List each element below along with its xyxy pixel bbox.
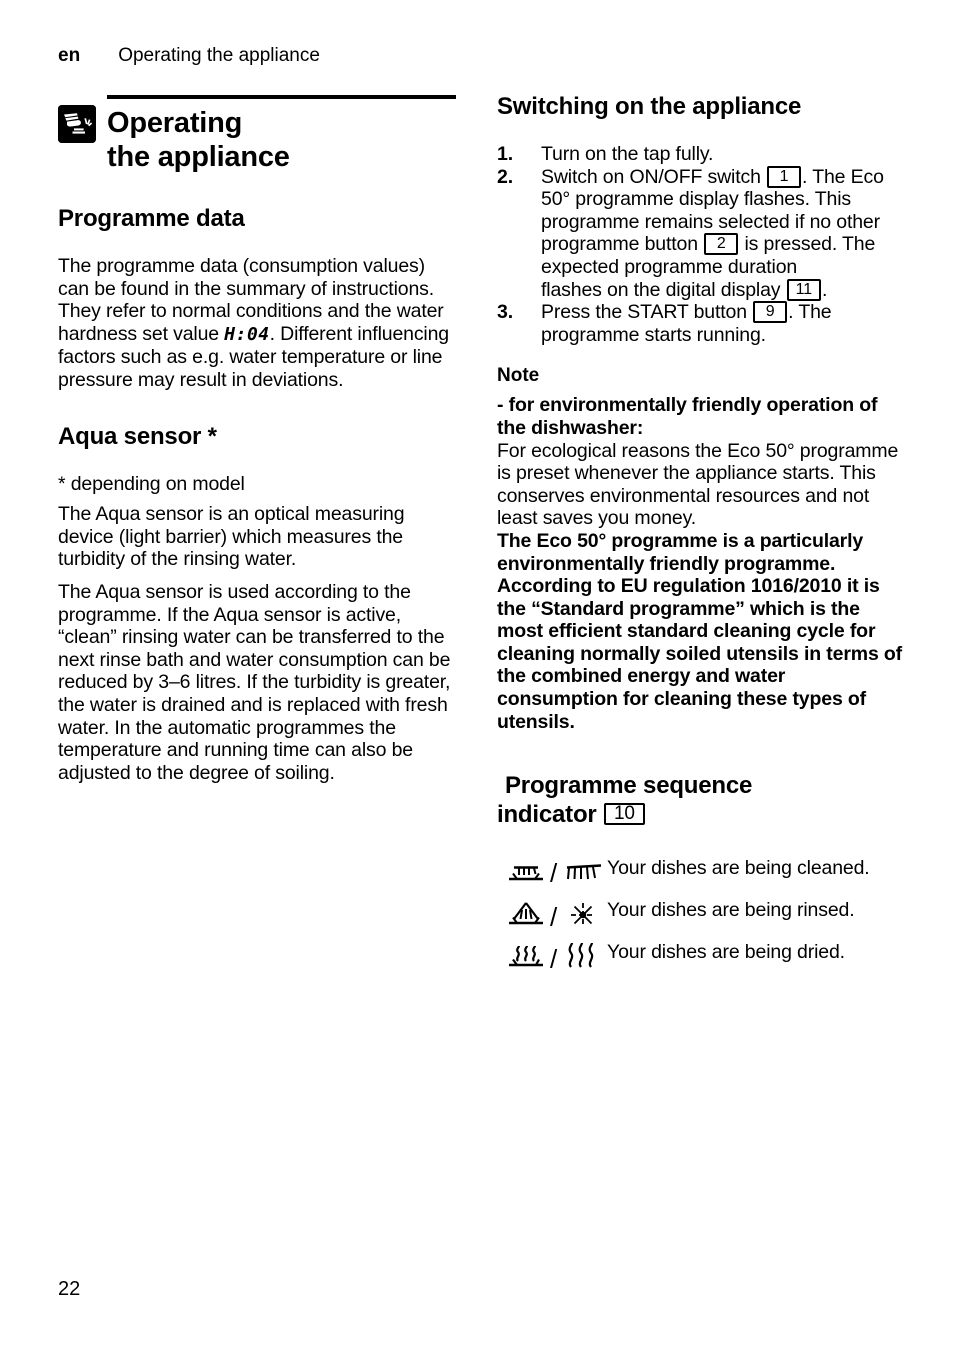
chapter-title-line1: Operating — [107, 107, 243, 139]
heading-programme-sequence-indicator: Programme sequence indicator 10 — [497, 771, 909, 829]
reference-box-1: 1 — [767, 165, 802, 188]
heading-note: Note — [497, 365, 540, 387]
sequence-heading-line2: indicator — [497, 801, 597, 829]
step-2-text-line3: flashes on the digital display — [541, 278, 786, 301]
basin-spray-icon — [509, 866, 543, 881]
page-title: Operating the appliance — [58, 92, 458, 174]
paragraph-programme-data: The programme data (consumption values) … — [58, 255, 458, 392]
step-2: 2. Switch on ON/OFF switch 1. The Eco 50°… — [497, 165, 909, 302]
legend-text-cleaning: Your dishes are being cleaned. — [607, 857, 870, 880]
legend-text-rinsing: Your dishes are being rinsed. — [607, 899, 855, 922]
legend-separator-1: / — [550, 858, 558, 888]
reference-box-2: 2 — [704, 233, 739, 256]
switching-on-steps: 1. Turn on the tap fully. 2. Switch on ON/… — [497, 143, 909, 346]
note-bold-intro: - for environmentally friendly operation… — [497, 394, 878, 439]
aqua-sensor-footnote: * depending on model — [58, 472, 245, 495]
left-column: Operating the appliance Programme data T… — [58, 92, 458, 784]
aqua-sensor-paragraph-2: The Aqua sensor is used according to the… — [58, 580, 451, 784]
page-number: 22 — [58, 1278, 81, 1300]
step-3-number: 3. — [497, 301, 513, 324]
heading-programme-data: Programme data — [58, 205, 245, 232]
step-1-text: Turn on the tap fully. — [541, 143, 714, 165]
step-2-text-after3: . — [821, 278, 828, 301]
step-1: 1. Turn on the tap fully. — [497, 143, 909, 166]
legend-row-drying: / Your dishes are being dried. — [497, 939, 909, 973]
running-head-language: en — [58, 45, 81, 66]
legend-separator-2: / — [550, 902, 558, 931]
step-3-text-before: Press the START button — [541, 301, 753, 324]
right-column: Switching on the appliance 1. Turn on the… — [497, 92, 909, 981]
reference-box-9: 9 — [753, 301, 788, 324]
hand-pressing-button-icon — [58, 105, 96, 143]
note-paragraph: For ecological reasons the Eco 50° progr… — [497, 439, 899, 530]
legend-row-rinsing: / Your dishes are being rinsed. — [497, 897, 909, 931]
sequence-indicator-legend: / Your dishes are being cleaned. / Your … — [497, 855, 909, 973]
step-1-number: 1. — [497, 143, 513, 165]
basin-fan-spray-icon — [509, 902, 543, 925]
legend-symbols-cleaning: / — [497, 855, 607, 889]
sequence-heading-line1: Programme sequence — [505, 772, 753, 800]
step-2-number: 2. — [497, 165, 513, 188]
running-head: en Operating the appliance — [58, 44, 320, 68]
chapter-title-line2: the appliance — [107, 141, 290, 173]
heading-switching-on: Switching on the appliance — [497, 93, 802, 120]
reference-box-11: 11 — [786, 278, 821, 301]
reference-box-10: 10 — [604, 803, 645, 826]
step-3: 3. Press the START button 9. The programm… — [497, 301, 909, 346]
chapter-rule — [107, 95, 456, 99]
legend-symbols-rinsing: / — [497, 897, 607, 931]
brush-spray-icon — [566, 864, 602, 880]
legend-separator-3: / — [550, 944, 558, 973]
basin-heat-waves-icon — [509, 945, 543, 967]
running-head-title: Operating the appliance — [118, 45, 320, 66]
legend-row-cleaning: / Your dishes are being cleaned. — [497, 855, 909, 889]
sparkle-icon — [571, 903, 595, 928]
heading-aqua-sensor: Aqua sensor * — [58, 422, 217, 450]
water-hardness-value: H:04 — [224, 323, 270, 345]
heat-waves-icon — [568, 943, 594, 968]
chapter-header: Operating the appliance — [58, 92, 458, 178]
note-bold-paragraph: The Eco 50° programme is a particularly … — [497, 529, 903, 733]
aqua-sensor-paragraph-1: The Aqua sensor is an optical measuring … — [58, 503, 405, 571]
legend-symbols-drying: / — [497, 939, 607, 973]
step-2-text-before: Switch on ON/OFF switch — [541, 165, 767, 188]
legend-text-drying: Your dishes are being dried. — [607, 941, 845, 964]
